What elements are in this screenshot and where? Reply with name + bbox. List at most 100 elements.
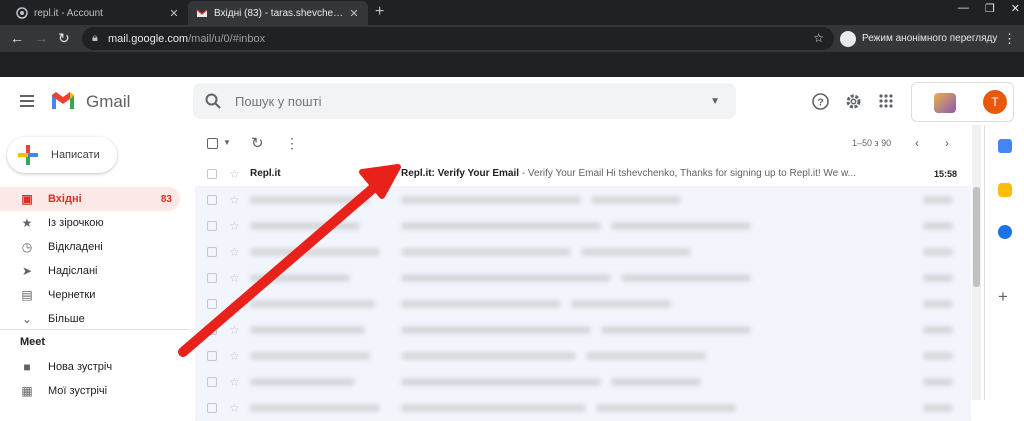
calendar-app-icon[interactable] <box>998 139 1012 153</box>
sidebar-item-snoozed[interactable]: ◷ Відкладені <box>0 235 180 259</box>
table-row[interactable]: ☆ Repl.it Repl.it: Verify Your Email - V… <box>195 161 971 187</box>
new-tab-button[interactable]: + <box>375 3 384 21</box>
redacted-text <box>250 300 375 308</box>
browser-toolbar: ← → ↻ 🔒︎ mail.google.com/mail/u/0/#inbox… <box>0 25 1024 52</box>
close-window-icon[interactable]: ✕ <box>1011 2 1020 15</box>
redacted-text <box>250 274 350 282</box>
redacted-text <box>401 404 586 412</box>
sidebar-item-more[interactable]: ⌄ Більше <box>0 307 180 331</box>
sidebar-item-label: Більше <box>48 313 85 325</box>
table-row[interactable]: ☆ <box>195 369 971 395</box>
star-toggle-icon[interactable]: ☆ <box>229 271 243 285</box>
star-toggle-icon[interactable]: ☆ <box>229 401 243 415</box>
table-row[interactable]: ☆ <box>195 239 971 265</box>
tab-replit-account[interactable]: repl.it - Account ✕ <box>8 1 188 25</box>
message-time: 15:58 <box>933 168 957 179</box>
search-input[interactable] <box>235 93 711 109</box>
table-row[interactable]: ☆ <box>195 317 971 343</box>
prev-page-icon[interactable]: ‹ <box>915 136 919 150</box>
redacted-text <box>611 378 701 386</box>
compose-button[interactable]: Написати <box>7 137 117 173</box>
next-page-icon[interactable]: › <box>945 136 949 150</box>
lock-icon: 🔒︎ <box>92 32 98 44</box>
row-checkbox[interactable] <box>207 168 217 179</box>
address-bar[interactable]: 🔒︎ mail.google.com/mail/u/0/#inbox ☆ <box>82 27 834 50</box>
tab-close-icon[interactable]: ✕ <box>168 7 180 20</box>
row-checkbox[interactable] <box>207 402 217 413</box>
message-snippet: - Verify Your Email Hi tshevchenko, Than… <box>519 168 857 179</box>
gmail-header: Gmail ▼ ? T <box>0 77 1024 125</box>
refresh-icon[interactable]: ↻ <box>251 134 264 152</box>
help-icon[interactable]: ? <box>812 93 829 115</box>
table-row[interactable]: ☆ <box>195 187 971 213</box>
redacted-text <box>596 404 736 412</box>
sidebar-item-sent[interactable]: ➤ Надіслані <box>0 259 180 283</box>
select-dropdown-icon[interactable]: ▼ <box>223 138 231 147</box>
search-options-icon[interactable]: ▼ <box>710 96 720 107</box>
sidebar-item-starred[interactable]: ★ Із зірочкою <box>0 211 180 235</box>
star-toggle-icon[interactable]: ☆ <box>229 297 243 311</box>
back-arrow-icon[interactable]: ← <box>10 30 24 46</box>
tasks-app-icon[interactable] <box>998 225 1012 239</box>
row-checkbox[interactable] <box>207 220 217 231</box>
table-row[interactable]: ☆ <box>195 265 971 291</box>
row-checkbox[interactable] <box>207 272 217 283</box>
search-bar[interactable]: ▼ <box>193 83 736 119</box>
row-checkbox[interactable] <box>207 194 217 205</box>
pagination-range: 1–50 з 90 <box>852 138 892 148</box>
add-addon-icon[interactable]: + <box>998 287 1008 307</box>
more-actions-icon[interactable]: ⋮ <box>285 135 299 152</box>
redacted-time <box>923 274 953 282</box>
star-toggle-icon[interactable]: ☆ <box>229 245 243 259</box>
star-toggle-icon[interactable]: ☆ <box>229 375 243 389</box>
sidebar-item-drafts[interactable]: ▤ Чернетки <box>0 283 180 307</box>
reload-icon[interactable]: ↻ <box>58 30 70 47</box>
row-checkbox[interactable] <box>207 246 217 257</box>
forward-arrow-icon[interactable]: → <box>34 30 48 46</box>
apps-grid-icon[interactable] <box>878 93 894 114</box>
table-row[interactable]: ☆ <box>195 291 971 317</box>
table-row[interactable]: ☆ <box>195 395 971 421</box>
incognito-indicator[interactable]: Режим анонімного перегляду <box>840 29 997 48</box>
row-checkbox[interactable] <box>207 324 217 335</box>
redacted-text <box>601 326 751 334</box>
row-checkbox[interactable] <box>207 350 217 361</box>
row-checkbox[interactable] <box>207 376 217 387</box>
search-icon[interactable] <box>205 93 221 109</box>
scrollbar-thumb[interactable] <box>973 187 980 287</box>
tab-gmail-inbox[interactable]: Вхідні (83) - taras.shevchenko@ ✕ <box>188 1 368 25</box>
account-switcher[interactable]: T <box>911 82 1014 122</box>
incognito-label: Режим анонімного перегляду <box>862 33 998 44</box>
settings-gear-icon[interactable] <box>845 93 862 115</box>
table-row[interactable]: ☆ <box>195 343 971 369</box>
star-toggle-icon[interactable]: ☆ <box>229 349 243 363</box>
star-toggle-icon[interactable]: ☆ <box>229 167 243 181</box>
gmail-brand-text: Gmail <box>86 92 131 111</box>
star-toggle-icon[interactable]: ☆ <box>229 323 243 337</box>
main-menu-icon[interactable] <box>20 95 34 107</box>
gmail-logo-icon[interactable] <box>50 91 76 111</box>
browser-menu-icon[interactable]: ⋮ <box>1003 31 1016 47</box>
sidebar-item-my-meetings[interactable]: ▦ Мої зустрічі <box>0 379 180 403</box>
star-toggle-icon[interactable]: ☆ <box>229 219 243 233</box>
sidebar-item-label: Відкладені <box>48 241 103 253</box>
tab-title: Вхідні (83) - taras.shevchenko@ <box>214 7 348 19</box>
star-toggle-icon[interactable]: ☆ <box>229 193 243 207</box>
keep-app-icon[interactable] <box>998 183 1012 197</box>
chevron-down-icon: ⌄ <box>21 312 33 326</box>
restore-icon[interactable]: ❐ <box>985 2 995 15</box>
message-list-scrollbar[interactable] <box>972 125 981 400</box>
row-checkbox[interactable] <box>207 298 217 309</box>
select-all-checkbox[interactable] <box>207 138 218 149</box>
avatar[interactable]: T <box>983 90 1007 114</box>
redacted-text <box>401 378 601 386</box>
redacted-time <box>923 326 953 334</box>
bookmark-star-icon[interactable]: ☆ <box>813 31 824 45</box>
table-row[interactable]: ☆ <box>195 213 971 239</box>
minimize-icon[interactable]: — <box>958 2 969 15</box>
sidebar-item-inbox[interactable]: ▣ Вхідні 83 <box>0 187 180 211</box>
bookmarks-bar <box>0 52 1024 77</box>
gmail-favicon-icon <box>196 9 208 17</box>
sidebar-item-new-meeting[interactable]: ■ Нова зустріч <box>0 355 180 379</box>
tab-close-icon[interactable]: ✕ <box>348 7 360 20</box>
